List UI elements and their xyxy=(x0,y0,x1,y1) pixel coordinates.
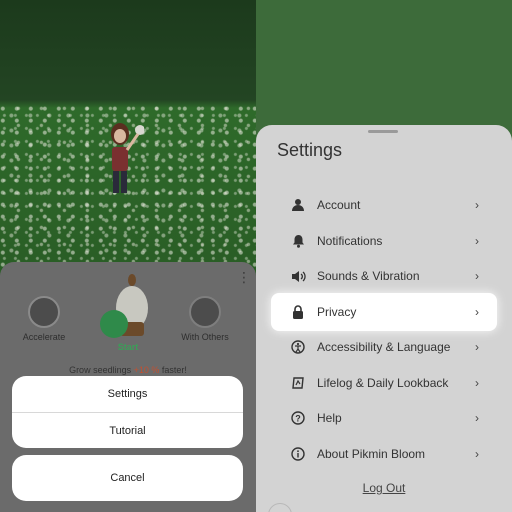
settings-item-label: Account xyxy=(317,198,361,212)
with-others-label: With Others xyxy=(181,332,229,342)
promo-suffix: faster! xyxy=(161,365,187,375)
lock-icon xyxy=(289,305,307,319)
settings-item-label: Accessibility & Language xyxy=(317,340,451,354)
circle-button[interactable] xyxy=(268,503,292,512)
settings-item-notifications[interactable]: Notifications › xyxy=(271,223,497,259)
settings-item-label: Sounds & Vibration xyxy=(317,269,420,283)
with-others-icon xyxy=(189,296,221,328)
promo-prefix: Grow seedlings xyxy=(69,365,132,375)
settings-item-account[interactable]: Account › xyxy=(271,187,497,223)
settings-item-help[interactable]: ? Help › xyxy=(271,400,497,436)
settings-screen: Settings Account › Notifications › Sound… xyxy=(256,0,512,512)
page-title: Settings xyxy=(277,140,343,160)
chevron-right-icon: › xyxy=(475,411,479,425)
chevron-right-icon: › xyxy=(475,198,479,212)
chevron-right-icon: › xyxy=(475,447,479,461)
settings-item-lifelog[interactable]: Lifelog & Daily Lookback › xyxy=(271,365,497,401)
settings-item-label: Lifelog & Daily Lookback xyxy=(317,376,449,390)
settings-item-label: Notifications xyxy=(317,234,383,248)
settings-item-privacy[interactable]: Privacy › xyxy=(271,293,497,331)
svg-text:?: ? xyxy=(295,413,301,423)
chevron-right-icon: › xyxy=(475,234,479,248)
accelerate-mode[interactable]: Accelerate xyxy=(18,296,70,342)
action-sheet: Settings Tutorial xyxy=(12,376,243,448)
lifelog-icon xyxy=(289,376,307,390)
promo-text: Grow seedlings +10 % faster! xyxy=(0,365,256,375)
info-icon xyxy=(289,447,307,461)
start-button[interactable]: Start xyxy=(88,310,168,352)
accessibility-icon xyxy=(289,340,307,354)
chevron-right-icon: › xyxy=(475,305,479,319)
bell-icon xyxy=(289,234,307,248)
more-options-icon[interactable]: ⋮ xyxy=(237,270,251,284)
settings-item-label: Privacy xyxy=(317,305,357,319)
chevron-right-icon: › xyxy=(475,376,479,390)
speaker-icon xyxy=(289,270,307,283)
accelerate-label: Accelerate xyxy=(22,332,66,342)
help-icon: ? xyxy=(289,411,307,425)
accelerate-icon xyxy=(28,296,60,328)
settings-item-sounds[interactable]: Sounds & Vibration › xyxy=(271,258,497,294)
settings-button[interactable]: Settings xyxy=(12,376,243,412)
sheet-grabber[interactable] xyxy=(368,130,398,133)
person-icon xyxy=(289,198,307,212)
logout-link[interactable]: Log Out xyxy=(256,481,512,495)
promo-highlight: +10 % xyxy=(133,365,160,375)
game-screen: ⋮ Accelerate Start With Others Grow seed… xyxy=(0,0,256,512)
play-icon xyxy=(100,310,128,338)
settings-item-about[interactable]: About Pikmin Bloom › xyxy=(271,436,497,472)
settings-item-label: Help xyxy=(317,411,342,425)
player-avatar xyxy=(111,123,144,193)
chevron-right-icon: › xyxy=(475,269,479,283)
cancel-button[interactable]: Cancel xyxy=(12,455,243,501)
with-others-mode[interactable]: With Others xyxy=(172,296,238,342)
settings-sheet: Settings Account › Notifications › Sound… xyxy=(256,125,512,512)
settings-item-label: About Pikmin Bloom xyxy=(317,447,426,461)
settings-item-accessibility[interactable]: Accessibility & Language › xyxy=(271,329,497,365)
chevron-right-icon: › xyxy=(475,340,479,354)
tutorial-button[interactable]: Tutorial xyxy=(12,413,243,448)
start-label: Start xyxy=(117,342,139,352)
